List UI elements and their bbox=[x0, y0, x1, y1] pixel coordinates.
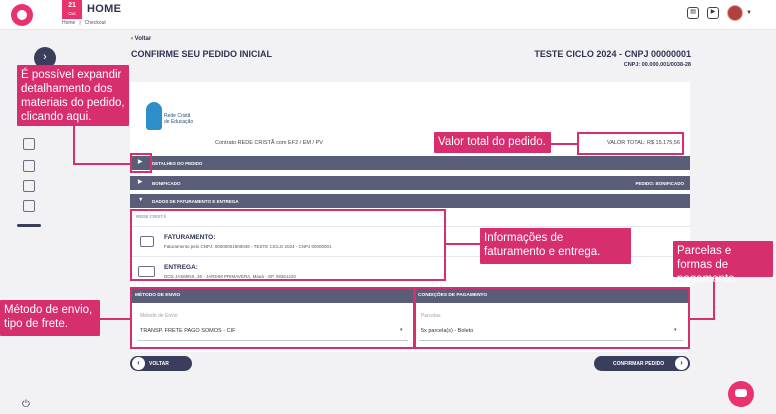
breadcrumb: Home | Checkout bbox=[62, 20, 110, 26]
chat-icon[interactable] bbox=[728, 381, 754, 407]
highlight-details bbox=[130, 153, 152, 173]
date-day: 21 bbox=[68, 2, 76, 9]
chevron-right-icon: › bbox=[675, 357, 688, 370]
highlight-payment bbox=[414, 287, 690, 349]
caret-down-icon: ▼ bbox=[138, 197, 144, 203]
accordion-details[interactable]: ▶ DETALHES DO PEDIDO bbox=[130, 156, 690, 170]
brand-logo: Rede Cristã de Educação bbox=[146, 100, 216, 134]
chevron-left-icon: ‹ bbox=[132, 357, 145, 370]
accordion-billing[interactable]: ▼ DADOS DE FATURAMENTO E ENTREGA bbox=[130, 194, 690, 208]
annotation-total: Valor total do pedido. bbox=[434, 132, 551, 153]
brand-line-2: de Educação bbox=[164, 118, 194, 125]
report-icon[interactable] bbox=[23, 200, 35, 212]
accordion-bonificado-label: BONIFICADO bbox=[152, 181, 181, 186]
highlight-total bbox=[577, 132, 684, 155]
back-button-label: VOLTAR bbox=[149, 361, 169, 367]
scan-icon[interactable] bbox=[23, 160, 35, 172]
connector-line bbox=[550, 143, 577, 145]
caret-right-icon: ▶ bbox=[138, 179, 143, 185]
connector-line bbox=[690, 318, 715, 320]
app-logo-icon[interactable] bbox=[11, 4, 33, 26]
breadcrumb-separator: | bbox=[79, 20, 81, 26]
breadcrumb-home[interactable]: Home bbox=[62, 20, 75, 26]
connector-line bbox=[73, 163, 130, 165]
back-button[interactable]: ‹ VOLTAR bbox=[130, 356, 192, 371]
avatar[interactable] bbox=[727, 5, 744, 21]
contract-text: Contrato REDE CRISTÃ com EF2 / EM / PV bbox=[215, 140, 323, 146]
connector-line bbox=[73, 125, 75, 164]
sidebar-active-indicator bbox=[17, 224, 41, 227]
date-month: Out bbox=[68, 11, 76, 16]
annotation-shipping: Método de envio, tipo de frete. bbox=[0, 300, 100, 336]
top-bar: 21 Out HOME Home | Checkout ▤ ▶ ▼ bbox=[0, 0, 776, 30]
accordion-bonificado-status: PEDIDO: BONIFICADO bbox=[635, 181, 684, 186]
highlight-billing bbox=[130, 209, 446, 281]
power-icon[interactable]: ⏻ bbox=[22, 399, 30, 410]
confirm-order-label: CONFIRMAR PEDIDO bbox=[613, 361, 665, 367]
calculator-icon[interactable]: ▤ bbox=[687, 7, 700, 19]
connector-line bbox=[446, 243, 480, 245]
page-title: CONFIRME SEU PEDIDO INICIAL bbox=[131, 49, 273, 59]
document-icon[interactable] bbox=[23, 180, 35, 192]
brand-mark-icon bbox=[146, 102, 162, 130]
page-header-title: HOME bbox=[87, 3, 122, 15]
company-cnpj: CNPJ: 00.000.001/0038-28 bbox=[623, 62, 691, 68]
video-icon[interactable]: ▶ bbox=[707, 7, 720, 19]
user-icon[interactable] bbox=[23, 138, 35, 150]
back-link[interactable]: ‹ Voltar bbox=[131, 36, 151, 42]
accordion-billing-label: DADOS DE FATURAMENTO E ENTREGA bbox=[152, 199, 239, 204]
confirm-order-button[interactable]: CONFIRMAR PEDIDO › bbox=[594, 356, 690, 371]
highlight-shipping bbox=[130, 287, 415, 349]
accordion-details-label: DETALHES DO PEDIDO bbox=[152, 161, 203, 166]
top-icons: ▤ ▶ ▼ bbox=[687, 5, 752, 21]
annotation-billing: Informações de faturamento e entrega. bbox=[480, 228, 631, 264]
connector-line bbox=[100, 318, 130, 320]
annotation-expand: É possível expandir detalhamento dos mat… bbox=[17, 65, 129, 126]
annotation-installments: Parcelas e formas de pagamento. bbox=[673, 241, 773, 285]
breadcrumb-checkout: Checkout bbox=[84, 20, 106, 26]
company-name: TESTE CICLO 2024 - CNPJ 00000001 bbox=[534, 49, 691, 59]
accordion-bonificado[interactable]: ▶ BONIFICADO PEDIDO: BONIFICADO bbox=[130, 176, 690, 190]
back-link-label[interactable]: Voltar bbox=[135, 36, 152, 42]
chevron-down-icon[interactable]: ▼ bbox=[746, 10, 752, 16]
brand-text: Rede Cristã de Educação bbox=[164, 113, 214, 125]
date-badge: 21 Out bbox=[62, 0, 82, 19]
